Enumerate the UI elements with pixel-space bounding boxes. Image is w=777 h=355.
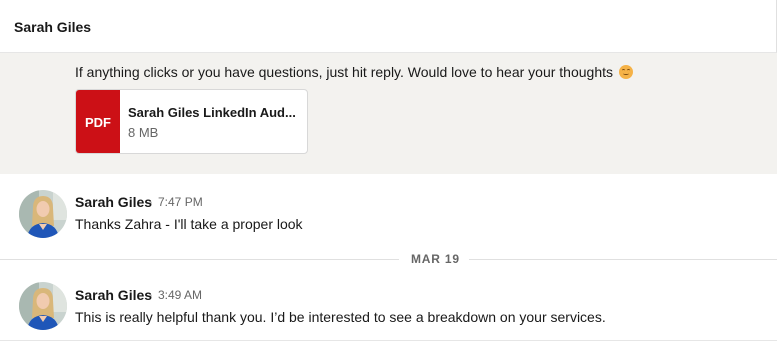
divider [0, 340, 777, 341]
highlighted-message-text: If anything clicks or you have questions… [75, 64, 613, 80]
avatar[interactable] [19, 282, 67, 330]
message-text: This is really helpful thank you. I’d be… [75, 309, 606, 325]
message-item: Sarah Giles · 3:49 AM This is really hel… [0, 266, 777, 340]
highlighted-message: If anything clicks or you have questions… [0, 53, 777, 174]
pdf-file-icon: PDF [76, 90, 120, 153]
smiling-face-icon [618, 65, 633, 79]
avatar[interactable] [19, 190, 67, 238]
message-item: Sarah Giles · 7:47 PM Thanks Zahra - I'l… [0, 174, 777, 258]
date-divider: MAR 19 [411, 252, 460, 266]
message-sender[interactable]: Sarah Giles [75, 194, 152, 210]
message-timestamp: 7:47 PM [158, 195, 203, 209]
message-timestamp: 3:49 AM [158, 288, 203, 302]
date-divider-line-right [469, 259, 777, 260]
separator-dot: · [149, 288, 153, 302]
attachment-file-size: 8 MB [128, 125, 159, 140]
profile-photo [19, 282, 67, 330]
conversation-header: Sarah Giles [0, 0, 777, 53]
attachment-file-name: Sarah Giles LinkedIn Aud... [128, 105, 296, 120]
pdf-attachment[interactable]: PDF Sarah Giles LinkedIn Aud... 8 MB [75, 89, 308, 154]
highlighted-message-text-row: If anything clicks or you have questions… [75, 63, 633, 81]
date-divider-line-left [0, 259, 399, 260]
profile-photo [19, 190, 67, 238]
message-sender[interactable]: Sarah Giles [75, 287, 152, 303]
message-text: Thanks Zahra - I'll take a proper look [75, 216, 303, 232]
separator-dot: · [149, 195, 153, 209]
conversation-title[interactable]: Sarah Giles [14, 19, 91, 35]
